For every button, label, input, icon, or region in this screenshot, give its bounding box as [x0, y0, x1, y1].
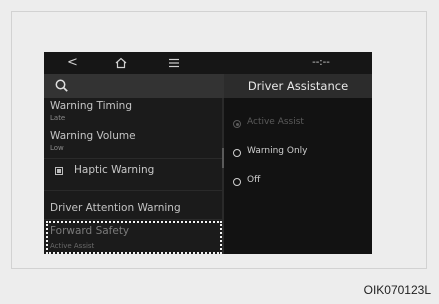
figure-code: OIK070123L — [363, 283, 431, 297]
infotainment-screen: < --:-- Driver Assistance Warning Timing… — [44, 52, 372, 254]
divider — [44, 219, 222, 220]
page-title: Driver Assistance — [224, 74, 372, 98]
option-warning-only[interactable]: Warning Only — [233, 146, 368, 160]
item-value: Low — [50, 144, 64, 152]
item-value: Late — [50, 114, 66, 122]
home-icon[interactable] — [114, 56, 128, 70]
option-label: Off — [247, 175, 261, 185]
clock-display: --:-- — [312, 57, 330, 68]
list-item-haptic-warning[interactable]: Haptic Warning — [44, 161, 222, 183]
options-panel: Active Assist Warning Only Off — [224, 98, 372, 254]
option-active-assist[interactable]: Active Assist — [233, 117, 368, 131]
radio-button[interactable] — [233, 178, 241, 186]
radio-button[interactable] — [233, 120, 241, 128]
haptic-warning-checkbox[interactable] — [55, 167, 63, 175]
radio-button[interactable] — [233, 149, 241, 157]
item-label: Driver Attention Warning — [50, 202, 181, 214]
highlight-frame — [46, 221, 222, 254]
menu-icon[interactable] — [169, 58, 179, 68]
option-label: Active Assist — [247, 117, 304, 127]
item-label: Haptic Warning — [74, 164, 155, 176]
option-label: Warning Only — [247, 146, 308, 156]
item-label: Warning Volume — [50, 130, 136, 142]
search-icon[interactable] — [53, 77, 71, 95]
back-icon[interactable]: < — [67, 52, 78, 74]
settings-list: Warning Timing Late Warning Volume Low H… — [44, 98, 222, 254]
top-bar: < --:-- — [44, 52, 372, 74]
divider — [44, 190, 222, 191]
divider — [44, 158, 222, 159]
item-label: Warning Timing — [50, 100, 132, 112]
option-off[interactable]: Off — [233, 175, 368, 189]
header-bar: Driver Assistance — [44, 74, 372, 98]
